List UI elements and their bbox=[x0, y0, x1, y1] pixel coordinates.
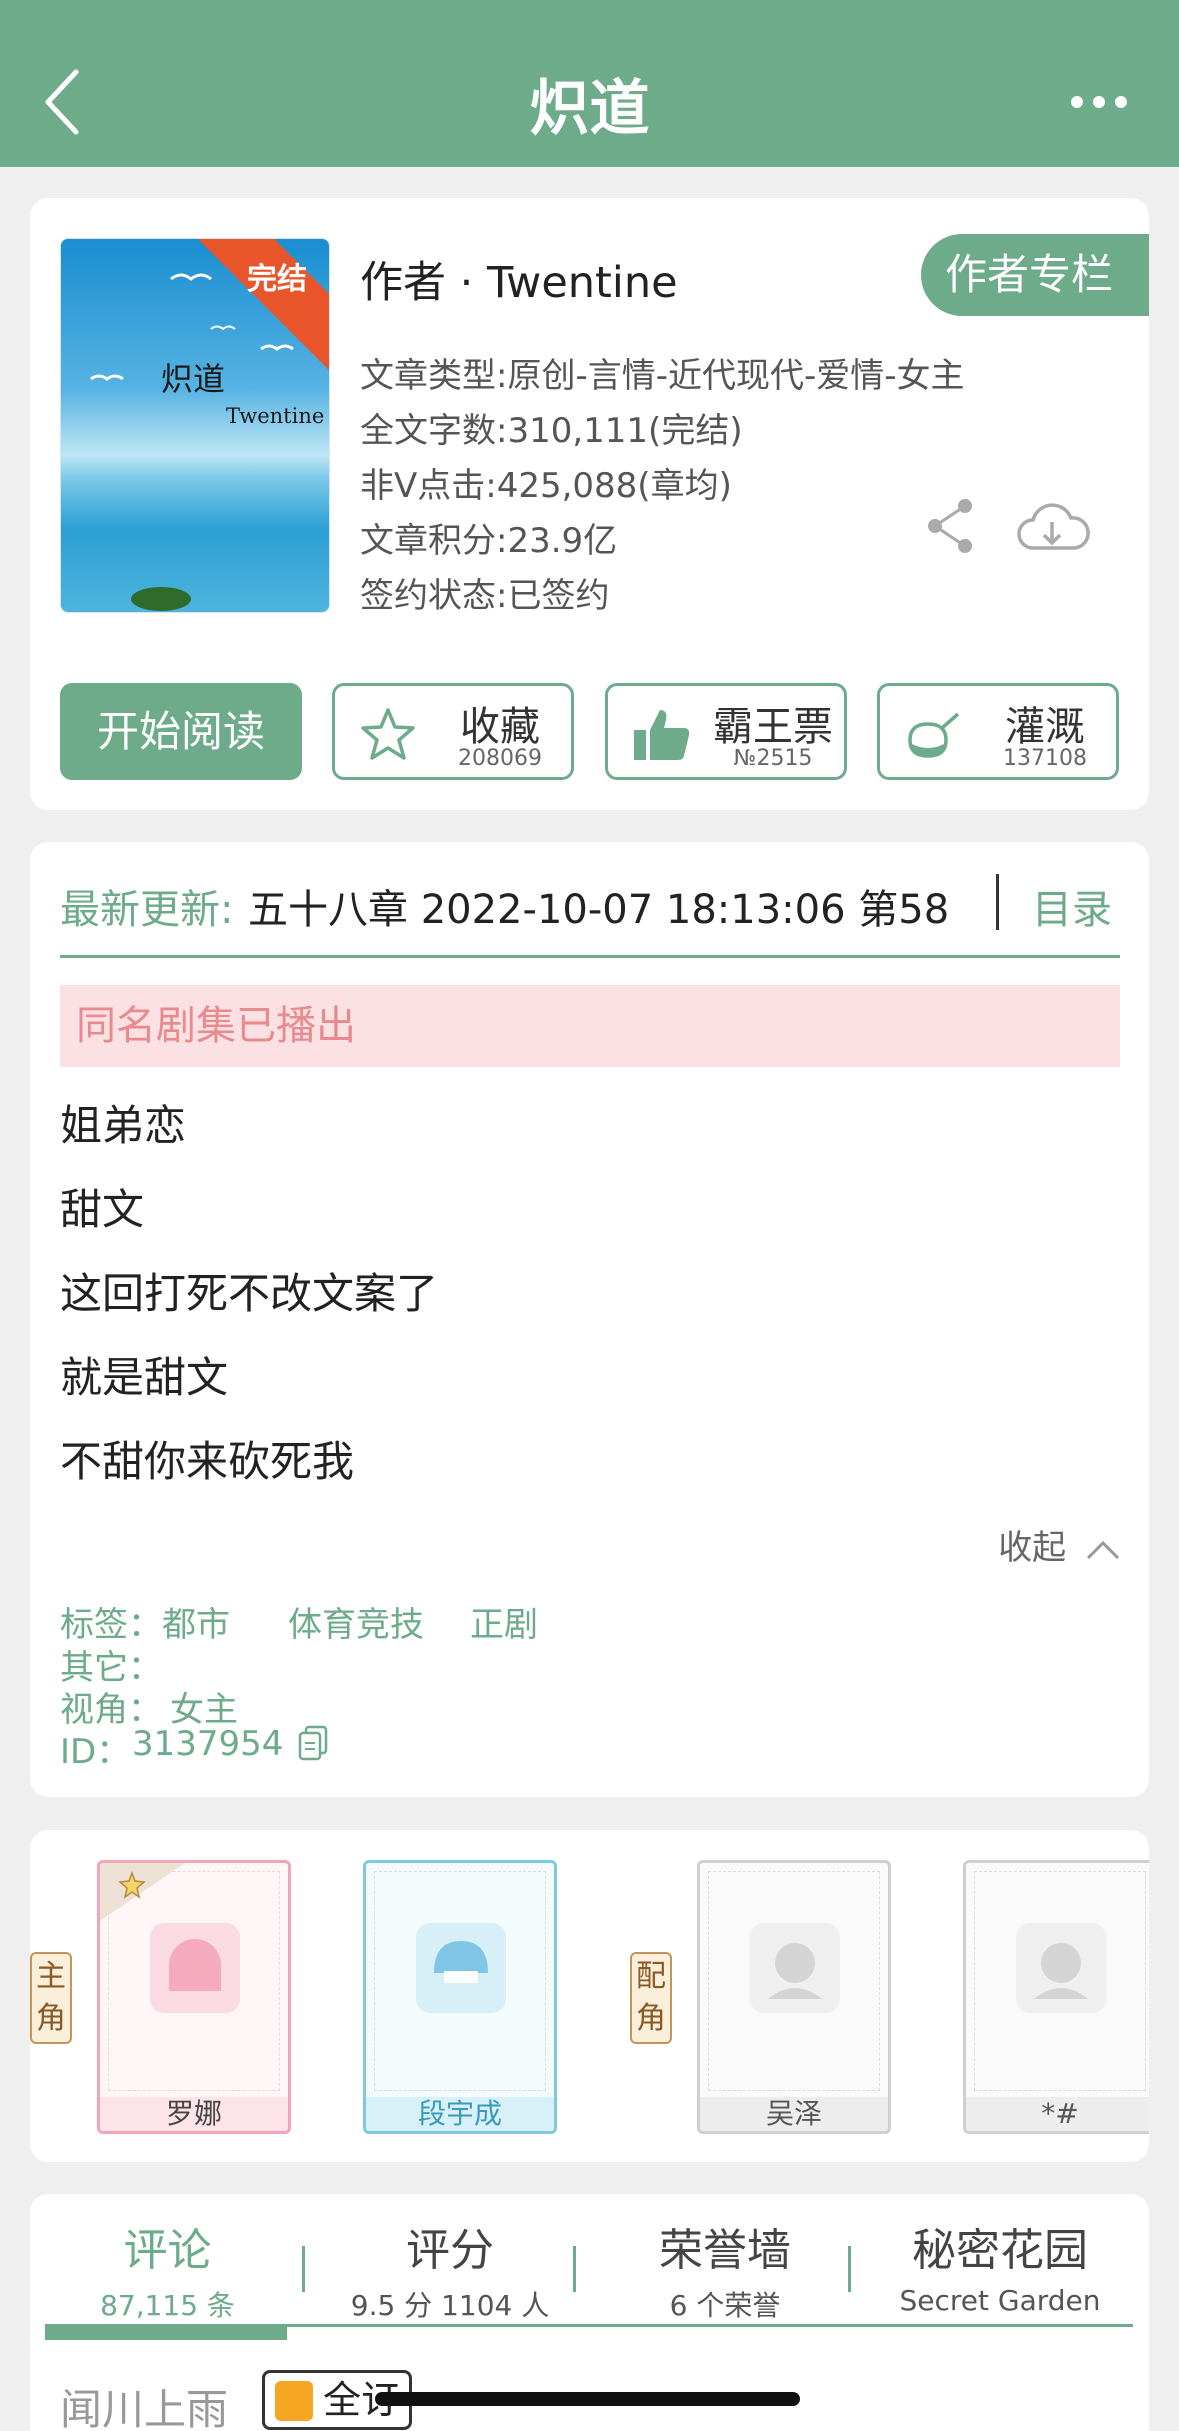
irrigate-button[interactable]: 灌溉 137108 bbox=[877, 683, 1119, 780]
latest-update-label: 最新更新: bbox=[60, 887, 234, 933]
share-icon[interactable] bbox=[925, 498, 975, 554]
book-info-card: 炽道 Twentine 完结 作者 · Twentine 作者专栏 文章类型:原… bbox=[30, 198, 1149, 810]
start-reading-button[interactable]: 开始阅读 bbox=[60, 683, 302, 780]
id-label: ID： bbox=[60, 1732, 131, 1772]
description-card: 最新更新: 五十八章 2022-10-07 18:13:06 第58 目录 同名… bbox=[30, 842, 1149, 1797]
default-avatar-icon bbox=[1034, 1943, 1088, 1999]
characters-card: 主角 罗娜 段宇成 配角 吴泽 *# bbox=[30, 1830, 1149, 2162]
meta-score: 文章积分:23.9亿 bbox=[360, 521, 618, 561]
meta-wordcount: 全文字数:310,111(完结) bbox=[360, 411, 743, 451]
meta-clicks: 非Ⅴ点击:425,088(章均) bbox=[360, 466, 732, 506]
favorite-button[interactable]: 收藏 208069 bbox=[332, 683, 574, 780]
toc-link[interactable]: 目录 bbox=[1032, 877, 1112, 935]
tab-secret-garden[interactable]: 秘密花园 Secret Garden bbox=[870, 2214, 1130, 2317]
copy-icon[interactable] bbox=[298, 1725, 328, 1761]
boy-avatar-icon bbox=[434, 1941, 488, 1983]
character-name: 段宇成 bbox=[366, 2097, 554, 2131]
description-line: 这回打死不改文案了 bbox=[60, 1269, 439, 1318]
character-name: 吴泽 bbox=[700, 2097, 888, 2131]
latest-update-text[interactable]: 五十八章 2022-10-07 18:13:06 第58 bbox=[248, 877, 968, 935]
avatar bbox=[150, 1923, 240, 2013]
active-tab-indicator bbox=[45, 2324, 287, 2340]
notice-banner: 同名剧集已播出 bbox=[60, 985, 1120, 1067]
irrigate-count: 137108 bbox=[1003, 746, 1087, 771]
tab-comments[interactable]: 评论 87,115 条 bbox=[60, 2214, 275, 2324]
divider-line bbox=[60, 955, 1120, 958]
favorite-label: 收藏 bbox=[460, 704, 540, 750]
character-card[interactable]: 罗娜 bbox=[97, 1860, 291, 2134]
tags-label: 标签： bbox=[60, 1605, 162, 1645]
default-avatar-icon bbox=[768, 1943, 822, 1999]
thumbs-up-icon bbox=[634, 710, 690, 760]
favorite-count: 208069 bbox=[458, 746, 542, 771]
badge-icon bbox=[275, 2381, 313, 2421]
cover-title: 炽道 bbox=[161, 360, 226, 398]
support-role-tag: 配角 bbox=[630, 1952, 672, 2044]
avatar bbox=[416, 1923, 506, 2013]
tab-honor-wall[interactable]: 荣誉墙 6 个荣誉 bbox=[600, 2214, 850, 2324]
star-outline-icon bbox=[361, 708, 415, 760]
description-line: 不甜你来砍死我 bbox=[60, 1437, 355, 1486]
vote-label: 霸王票 bbox=[713, 704, 833, 750]
page-title: 炽道 bbox=[529, 74, 650, 144]
author-name[interactable]: 作者 · Twentine bbox=[360, 248, 678, 310]
main-role-tag: 主角 bbox=[30, 1952, 72, 2044]
vote-count: №2515 bbox=[733, 746, 813, 771]
tag-item[interactable]: 体育竞技 bbox=[288, 1597, 424, 1646]
top-bar: 炽道 bbox=[0, 0, 1179, 167]
collapse-button[interactable]: 收起 bbox=[998, 1520, 1121, 1569]
meta-type: 文章类型:原创-言情-近代现代-爱情-女主 bbox=[360, 356, 965, 396]
meta-sign-status: 签约状态:已签约 bbox=[360, 576, 610, 616]
cloud-download-icon[interactable] bbox=[1015, 498, 1090, 558]
commenter-name[interactable]: 闻川上雨 bbox=[60, 2376, 228, 2431]
vote-button[interactable]: 霸王票 №2515 bbox=[605, 683, 847, 780]
character-card[interactable]: *# bbox=[963, 1860, 1149, 2134]
character-card[interactable]: 段宇成 bbox=[363, 1860, 557, 2134]
divider bbox=[996, 874, 999, 930]
character-name: *# bbox=[966, 2097, 1149, 2131]
irrigate-label: 灌溉 bbox=[1005, 704, 1085, 750]
home-indicator[interactable] bbox=[375, 2392, 800, 2406]
watering-can-icon bbox=[908, 712, 960, 758]
avatar bbox=[1016, 1923, 1106, 2013]
character-name: 罗娜 bbox=[100, 2097, 288, 2131]
description-line: 就是甜文 bbox=[60, 1353, 229, 1402]
tag-item[interactable]: 正剧 bbox=[470, 1597, 538, 1646]
tag-item[interactable]: 都市 bbox=[162, 1597, 230, 1646]
character-card[interactable]: 吴泽 bbox=[697, 1860, 891, 2134]
description-line: 甜文 bbox=[60, 1185, 145, 1234]
more-dots-icon[interactable] bbox=[1069, 90, 1129, 114]
chevron-up-icon bbox=[1086, 1540, 1120, 1559]
author-column-button[interactable]: 作者专栏 bbox=[921, 234, 1149, 316]
star-icon bbox=[118, 1871, 146, 1899]
book-cover[interactable]: 炽道 Twentine 完结 bbox=[60, 238, 330, 613]
tab-rating[interactable]: 评分 9.5 分 1104 人 bbox=[330, 2214, 570, 2324]
id-value: 3137954 bbox=[132, 1724, 284, 1764]
cover-author: Twentine bbox=[226, 404, 325, 428]
avatar bbox=[750, 1923, 840, 2013]
description-line: 姐弟恋 bbox=[60, 1101, 187, 1150]
girl-avatar-icon bbox=[169, 1939, 221, 1991]
